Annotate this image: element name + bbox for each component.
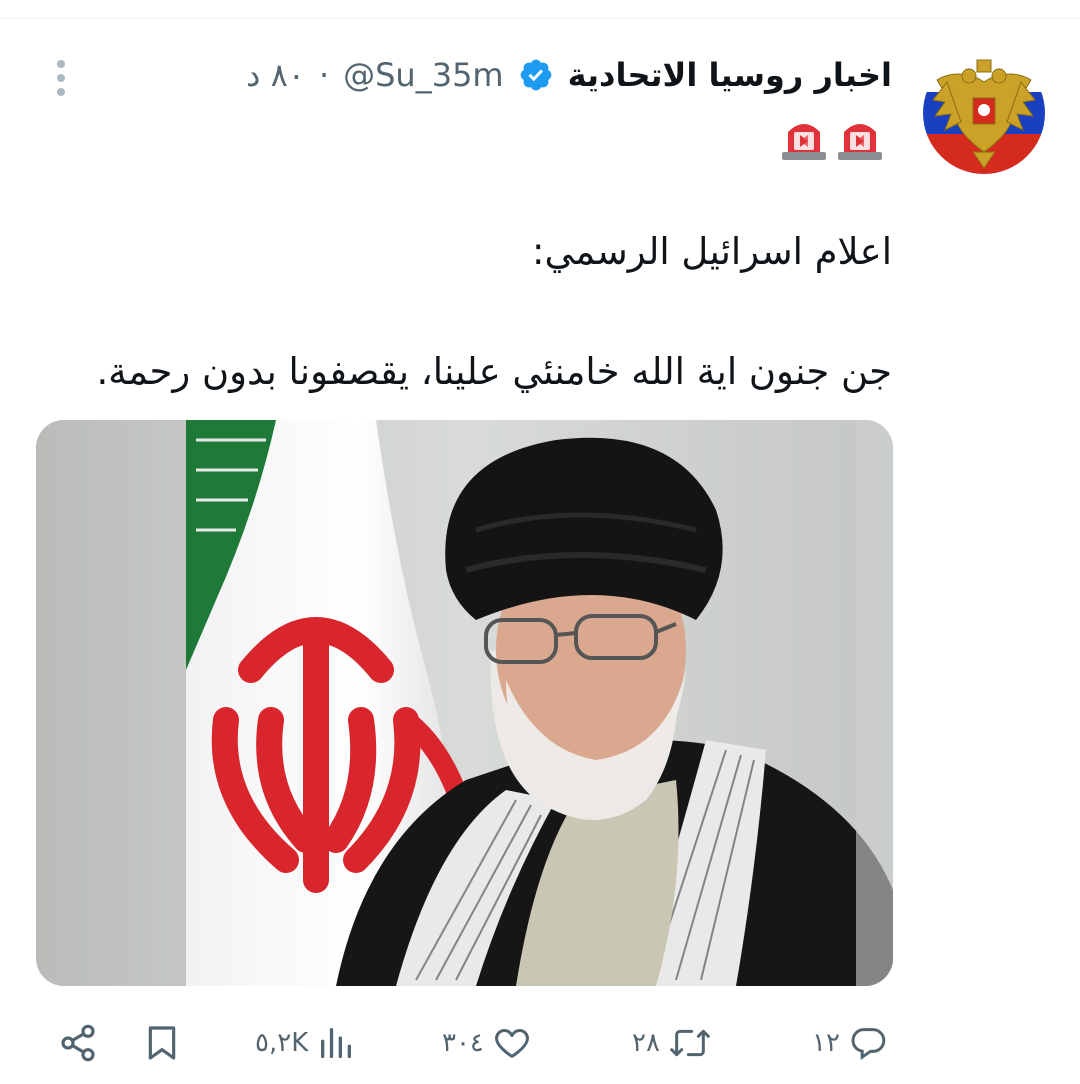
russian-eagle-logo (923, 52, 1045, 174)
share-button[interactable] (58, 1010, 98, 1076)
retweet-count: ٢٨ (632, 1028, 660, 1058)
avatar[interactable] (923, 52, 1045, 174)
views-chart-icon (321, 1028, 352, 1058)
retweet-icon (670, 1029, 710, 1057)
display-name[interactable]: اخبار روسيا الاتحادية (568, 56, 892, 94)
bookmark-icon (148, 1026, 176, 1060)
tweet-text: اعلام اسرائيل الرسمي: جن جنون اية الله خ… (52, 222, 893, 402)
share-icon (61, 1024, 95, 1062)
reply-button[interactable]: ١٢ (812, 1010, 888, 1076)
rotating-light-icon (782, 124, 826, 160)
tweet-actions: ١٢ ٢٨ ٣٠٤ ٥,٢K (0, 1010, 1080, 1076)
timestamp[interactable]: ٨٠ د (246, 56, 305, 94)
more-vertical-icon (57, 60, 65, 96)
views-count: ٥,٢K (255, 1028, 309, 1058)
verified-badge-icon (518, 57, 554, 93)
tweet-text-line-2: جن جنون اية الله خامنئي علينا، يقصفونا ب… (96, 350, 893, 393)
tweet-media[interactable] (36, 420, 893, 986)
reply-icon (851, 1028, 886, 1061)
retweet-button[interactable]: ٢٨ (632, 1010, 712, 1076)
like-button[interactable]: ٣٠٤ (442, 1010, 532, 1076)
views-button[interactable]: ٥,٢K (255, 1010, 356, 1076)
more-options-button[interactable] (44, 58, 78, 98)
tweet-header: اخبار روسيا الاتحادية @Su_35m · ٨٠ د (180, 48, 892, 102)
handle[interactable]: @Su_35m (343, 56, 503, 94)
reply-count: ١٢ (812, 1028, 840, 1058)
bookmark-button[interactable] (142, 1010, 182, 1076)
top-divider (0, 18, 1080, 19)
tweet-text-line-1: اعلام اسرائيل الرسمي: (532, 230, 892, 273)
separator-dot: · (318, 56, 330, 94)
media-photo (36, 420, 893, 986)
heart-icon (495, 1029, 529, 1058)
like-count: ٣٠٤ (442, 1028, 484, 1058)
emoji-row (780, 116, 884, 162)
rotating-light-icon (838, 124, 882, 160)
